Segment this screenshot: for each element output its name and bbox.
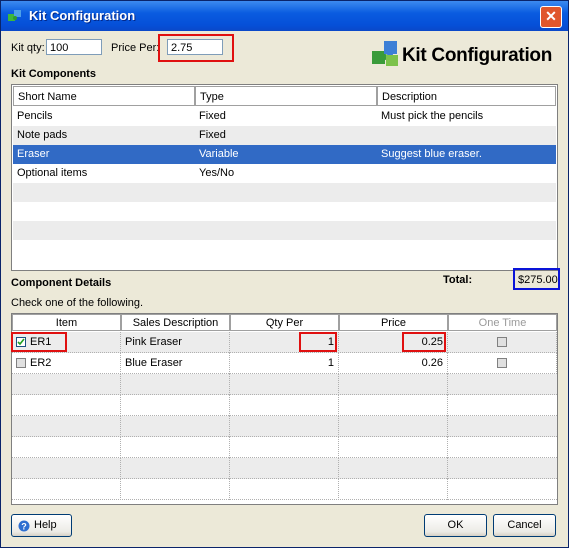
component-details-grid[interactable]: Item Sales Description Qty Per Price One…: [11, 313, 558, 505]
empty-row: [12, 458, 557, 479]
column-header-short-name[interactable]: Short Name: [13, 86, 195, 106]
price-highlight: [402, 332, 446, 352]
title-bar[interactable]: Kit Configuration ✕: [1, 1, 568, 31]
one-time-checkbox[interactable]: [497, 358, 507, 368]
cell-qty-per[interactable]: 1: [230, 353, 339, 374]
table-row[interactable]: ER1 Pink Eraser 1 0.25: [12, 332, 557, 353]
cell-short-name: Pencils: [17, 110, 53, 122]
column-header-one-time[interactable]: One Time: [448, 314, 557, 331]
cell-one-time: [448, 332, 557, 353]
column-header-item[interactable]: Item: [12, 314, 121, 331]
column-header-price[interactable]: Price: [339, 314, 448, 331]
price-per-label: Price Per:: [111, 42, 160, 54]
app-puzzle-icon: [8, 10, 21, 21]
column-header-type[interactable]: Type: [195, 86, 377, 106]
cell-item: ER2: [12, 353, 121, 374]
kit-qty-input[interactable]: 100: [46, 39, 102, 55]
empty-row: [12, 395, 557, 416]
brand-header: Kit Configuration: [370, 37, 560, 73]
empty-row: [13, 221, 556, 240]
kit-components-header-row: Short Name Type Description: [13, 86, 556, 106]
table-row[interactable]: Pencils Fixed Must pick the pencils: [13, 107, 556, 126]
component-details-heading: Component Details: [11, 277, 112, 289]
cell-short-name: Eraser: [17, 148, 50, 160]
cell-sales-description: Blue Eraser: [121, 353, 230, 374]
component-details-header-row: Item Sales Description Qty Per Price One…: [12, 314, 557, 331]
empty-row: [13, 202, 556, 221]
brand-title: Kit Configuration: [402, 45, 553, 66]
cell-short-name: Optional items: [17, 167, 88, 179]
cell-sales-description: Pink Eraser: [121, 332, 230, 353]
table-row[interactable]: ER2 Blue Eraser 1 0.26: [12, 353, 557, 374]
help-icon: ?: [18, 520, 30, 532]
kit-qty-label: Kit qty:: [11, 42, 45, 54]
item-er1-highlight: [11, 332, 67, 352]
empty-row: [12, 437, 557, 458]
empty-row: [12, 374, 557, 395]
svg-text:?: ?: [21, 522, 27, 532]
qty-per-highlight: [299, 332, 337, 352]
close-button[interactable]: ✕: [540, 6, 562, 28]
total-highlight: [513, 268, 560, 290]
item-checkbox[interactable]: [16, 358, 26, 368]
column-header-qty-per[interactable]: Qty Per: [230, 314, 339, 331]
ok-button[interactable]: OK: [424, 514, 487, 537]
cell-type: Variable: [199, 148, 239, 160]
cell-description: Must pick the pencils: [381, 110, 484, 122]
empty-row: [12, 416, 557, 437]
one-time-checkbox[interactable]: [497, 337, 507, 347]
empty-row: [13, 183, 556, 202]
cancel-button[interactable]: Cancel: [493, 514, 556, 537]
kit-components-grid[interactable]: Short Name Type Description Pencils Fixe…: [11, 84, 558, 271]
puzzle-pieces-icon: [372, 41, 398, 66]
cell-type: Fixed: [199, 129, 226, 141]
cell-description: Suggest blue eraser.: [381, 148, 482, 160]
column-header-sales-description[interactable]: Sales Description: [121, 314, 230, 331]
empty-row: [13, 240, 556, 259]
price-per-highlight: [158, 34, 234, 62]
window-title: Kit Configuration: [29, 8, 136, 23]
cell-short-name: Note pads: [17, 129, 68, 141]
instruction-text: Check one of the following.: [11, 297, 144, 309]
item-code: ER2: [30, 357, 52, 369]
help-label: Help: [34, 519, 57, 531]
kit-configuration-window: Kit Configuration ✕ Kit qty: 100 Price P…: [0, 0, 569, 548]
cell-type: Yes/No: [199, 167, 235, 179]
table-row[interactable]: Optional items Yes/No: [13, 164, 556, 183]
total-label: Total:: [443, 274, 473, 286]
table-row[interactable]: Note pads Fixed: [13, 126, 556, 145]
cell-one-time: [448, 353, 557, 374]
cell-price[interactable]: 0.26: [339, 353, 448, 374]
column-header-description[interactable]: Description: [377, 86, 556, 106]
cell-type: Fixed: [199, 110, 226, 122]
table-row-selected[interactable]: Eraser Variable Suggest blue eraser.: [13, 145, 556, 164]
kit-components-heading: Kit Components: [11, 68, 96, 80]
help-button[interactable]: ? Help: [11, 514, 72, 537]
empty-row: [12, 479, 557, 500]
